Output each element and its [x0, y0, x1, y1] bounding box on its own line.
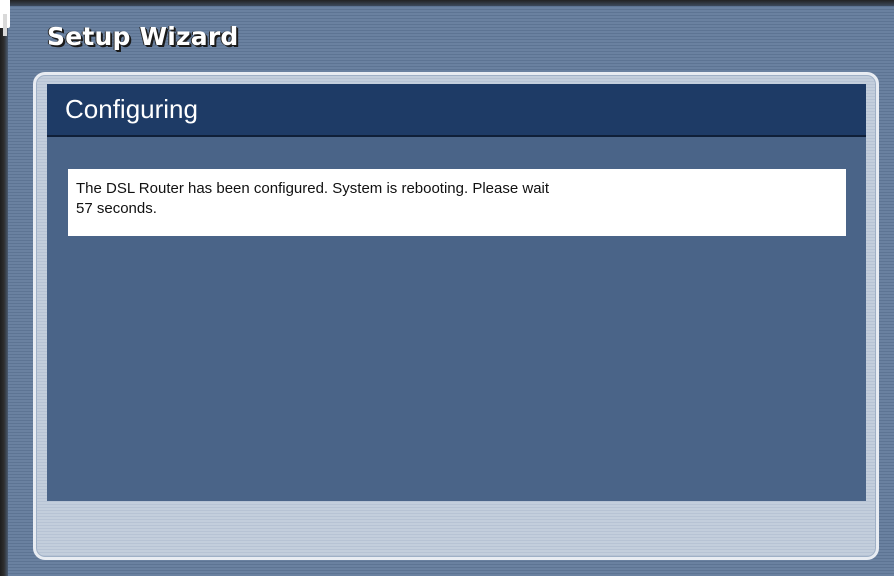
configuring-panel: Configuring The DSL Router has been conf…	[47, 84, 866, 501]
status-message-box: The DSL Router has been configured. Syst…	[68, 169, 846, 236]
status-message-line-2: 57 seconds.	[76, 200, 157, 217]
panel-header: Configuring	[47, 84, 866, 137]
setup-wizard-window: Setup Wizard Configuring The DSL Router …	[0, 0, 894, 576]
wizard-title: Setup Wizard	[47, 22, 239, 51]
panel-heading: Configuring	[65, 94, 198, 124]
status-message-line-1: The DSL Router has been configured. Syst…	[76, 180, 550, 197]
frame-corner-accent	[3, 14, 7, 36]
